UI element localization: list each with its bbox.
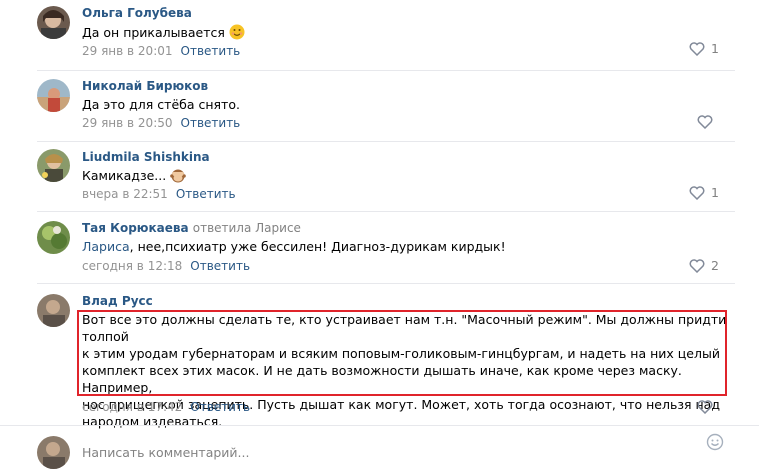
divider — [0, 425, 759, 426]
comment-time[interactable]: 29 янв в 20:01 — [82, 44, 173, 58]
author-name: Тая Корюкаева ответила Ларисе — [82, 221, 301, 235]
avatar[interactable] — [37, 221, 70, 254]
divider — [37, 211, 735, 212]
author-name[interactable]: Ольга Голубева — [82, 6, 192, 20]
avatar[interactable] — [37, 149, 70, 182]
comment-time[interactable]: 29 янв в 20:50 — [82, 116, 173, 130]
like-button[interactable]: 2 — [679, 258, 719, 273]
avatar[interactable] — [37, 6, 70, 39]
comment-input-row: Написать комментарий... — [0, 428, 759, 474]
comment-meta: сегодня в 17:42 Ответить — [82, 400, 250, 414]
comment-time[interactable]: вчера в 22:51 — [82, 187, 168, 201]
reply-link[interactable]: Ответить — [190, 259, 250, 273]
emoji-picker-icon[interactable] — [706, 433, 724, 454]
see-no-evil-monkey-icon — [170, 167, 186, 187]
comment-text: Камикадзе... — [82, 167, 186, 187]
author-name[interactable]: Николай Бирюков — [82, 79, 208, 93]
comment-meta: вчера в 22:51 Ответить — [82, 187, 236, 201]
divider — [37, 283, 735, 284]
replied-to[interactable]: ответила Ларисе — [193, 221, 301, 235]
author-name[interactable]: Liudmila Shishkina — [82, 150, 210, 164]
like-button[interactable]: 1 — [679, 185, 719, 200]
comment-meta: 29 янв в 20:01 Ответить — [82, 44, 240, 58]
heart-icon — [697, 115, 713, 129]
avatar[interactable] — [37, 294, 70, 327]
highlight-box — [77, 310, 727, 396]
divider — [37, 70, 735, 71]
comment-text-body: , нее,психиатр уже бессилен! Диагноз-дур… — [129, 239, 506, 254]
heart-icon — [697, 400, 713, 414]
comment-1: Ольга Голубева Да он прикалывается 29 ян… — [0, 0, 759, 72]
heart-icon — [689, 41, 705, 56]
heart-icon — [689, 258, 705, 273]
divider — [37, 141, 735, 142]
comment-text-body: Да он прикалывается — [82, 25, 225, 40]
comment-text: Лариса, нее,психиатр уже бессилен! Диагн… — [82, 238, 506, 255]
avatar[interactable] — [37, 79, 70, 112]
reply-link[interactable]: Ответить — [181, 44, 241, 58]
comment-input[interactable]: Написать комментарий... — [82, 445, 249, 460]
comment-time[interactable]: сегодня в 17:42 — [82, 400, 182, 414]
like-count: 1 — [711, 41, 719, 56]
reply-link[interactable]: Ответить — [181, 116, 241, 130]
reply-link[interactable]: Ответить — [190, 400, 250, 414]
comment-text-body: Камикадзе... — [82, 168, 167, 183]
current-user-avatar[interactable] — [37, 436, 70, 469]
like-button[interactable] — [679, 400, 719, 414]
comment-meta: сегодня в 12:18 Ответить — [82, 259, 250, 273]
comment-meta: 29 янв в 20:50 Ответить — [82, 116, 240, 130]
comment-2: Николай Бирюков Да это для стёба снято. … — [0, 72, 759, 144]
like-button[interactable] — [679, 115, 719, 129]
reply-link[interactable]: Ответить — [176, 187, 236, 201]
comment-text: Да он прикалывается — [82, 24, 245, 44]
heart-icon — [689, 185, 705, 200]
comment-time[interactable]: сегодня в 12:18 — [82, 259, 182, 273]
like-count: 1 — [711, 185, 719, 200]
smile-emoji-icon — [229, 24, 245, 44]
comment-text: Да это для стёба снято. — [82, 97, 240, 112]
author-link[interactable]: Тая Корюкаева — [82, 221, 189, 235]
comment-3: Liudmila Shishkina Камикадзе... вчера в … — [0, 144, 759, 212]
like-button[interactable]: 1 — [679, 41, 719, 56]
like-count: 2 — [711, 258, 719, 273]
mention-link[interactable]: Лариса — [82, 239, 130, 254]
comment-4: Тая Корюкаева ответила Ларисе Лариса, не… — [0, 214, 759, 284]
author-name[interactable]: Влад Русс — [82, 294, 153, 308]
